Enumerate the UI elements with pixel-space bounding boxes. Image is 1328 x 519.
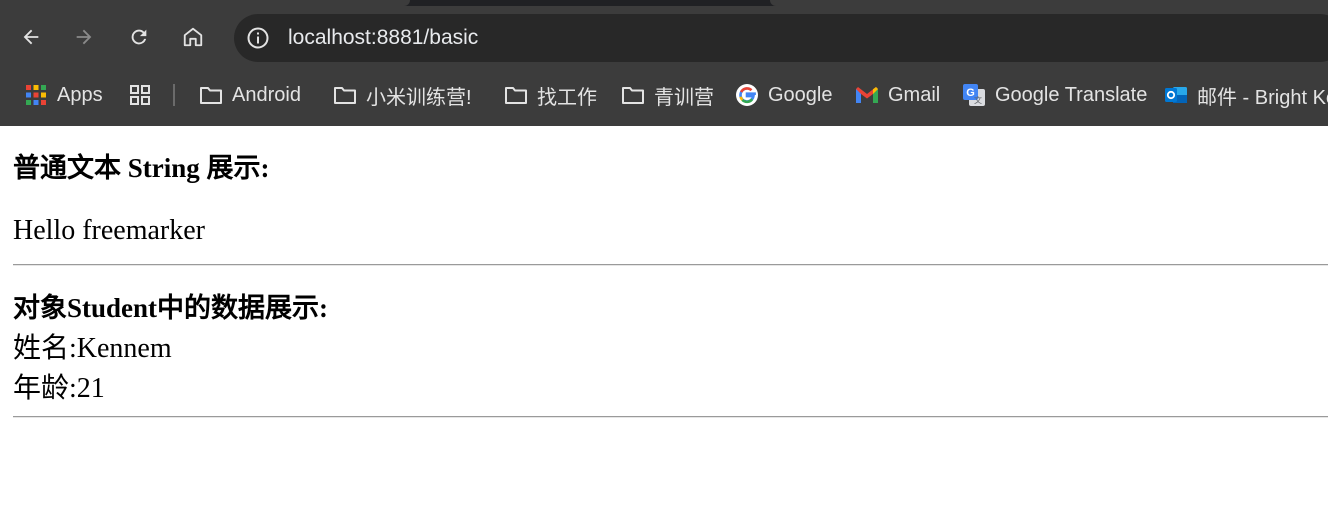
- age-label: 年龄:: [13, 373, 77, 404]
- reload-button[interactable]: [122, 20, 156, 54]
- bookmark-folder-xiaomi[interactable]: 小米训练营!: [333, 68, 472, 122]
- bookmark-outlook-mail[interactable]: 邮件 - Bright Ke: [1164, 68, 1328, 122]
- gmail-icon: [855, 83, 879, 107]
- bookmark-label: Google: [768, 83, 833, 106]
- bookmark-label: 邮件 - Bright Ke: [1197, 86, 1328, 109]
- forward-arrow-icon: [73, 26, 95, 48]
- bookmark-folder-android[interactable]: Android: [199, 68, 301, 122]
- bookmark-folder-qingxunying[interactable]: 青训营: [621, 68, 714, 122]
- bookmark-folder-jobs[interactable]: 找工作: [504, 68, 597, 122]
- name-value: Kennem: [76, 333, 172, 364]
- home-icon: [182, 26, 204, 48]
- site-info-icon[interactable]: [246, 26, 270, 50]
- page-content: 普通文本 String 展示: Hello freemarker 对象Stude…: [0, 126, 1328, 519]
- bookmark-label: 找工作: [537, 86, 597, 109]
- folder-icon: [199, 83, 223, 107]
- google-translate-icon: G 文: [962, 83, 986, 107]
- home-button[interactable]: [176, 20, 210, 54]
- bookmark-apps[interactable]: Apps: [24, 68, 103, 122]
- google-icon: [735, 83, 759, 107]
- bookmark-tab-groups[interactable]: [128, 68, 161, 122]
- outlook-icon: [1164, 83, 1188, 107]
- tab-groups-icon: [128, 83, 152, 107]
- bookmark-label: Google Translate: [995, 83, 1148, 106]
- apps-grid-icon: [24, 83, 48, 107]
- browser-toolbar: localhost:8881/basic: [0, 6, 1328, 68]
- student-section-heading: 对象Student中的数据展示:: [13, 293, 329, 323]
- divider: [13, 264, 1328, 266]
- back-button[interactable]: [14, 20, 48, 54]
- divider: [13, 416, 1328, 418]
- bookmark-separator: [173, 84, 175, 106]
- string-section-heading: 普通文本 String 展示:: [13, 153, 270, 183]
- address-bar[interactable]: localhost:8881/basic: [234, 14, 1328, 62]
- reload-icon: [128, 26, 150, 48]
- age-value: 21: [76, 373, 105, 404]
- bookmark-label: 小米训练营!: [366, 86, 472, 109]
- url-text[interactable]: localhost:8881/basic: [288, 14, 478, 62]
- student-name-row: 姓名:Kennem: [13, 326, 172, 366]
- folder-icon: [333, 83, 357, 107]
- bookmark-gmail[interactable]: Gmail: [855, 68, 940, 122]
- string-value-text: Hello freemarker: [13, 215, 205, 246]
- bookmark-label: 青训营: [654, 86, 714, 109]
- forward-button[interactable]: [67, 20, 101, 54]
- folder-icon: [504, 83, 528, 107]
- name-label: 姓名:: [13, 333, 77, 364]
- bookmark-google-translate[interactable]: G 文 Google Translate: [962, 68, 1147, 122]
- bookmark-label: Apps: [57, 83, 103, 106]
- back-arrow-icon: [20, 26, 42, 48]
- bookmark-google[interactable]: Google: [735, 68, 833, 122]
- folder-icon: [621, 83, 645, 107]
- svg-text:文: 文: [974, 95, 982, 105]
- bookmark-label: Android: [232, 83, 301, 106]
- student-age-row: 年龄:21: [13, 366, 105, 406]
- bookmarks-bar: Apps Android 小米训练营! 找工作 青训营 Google Gmail…: [0, 68, 1328, 126]
- bookmark-label: Gmail: [888, 83, 941, 106]
